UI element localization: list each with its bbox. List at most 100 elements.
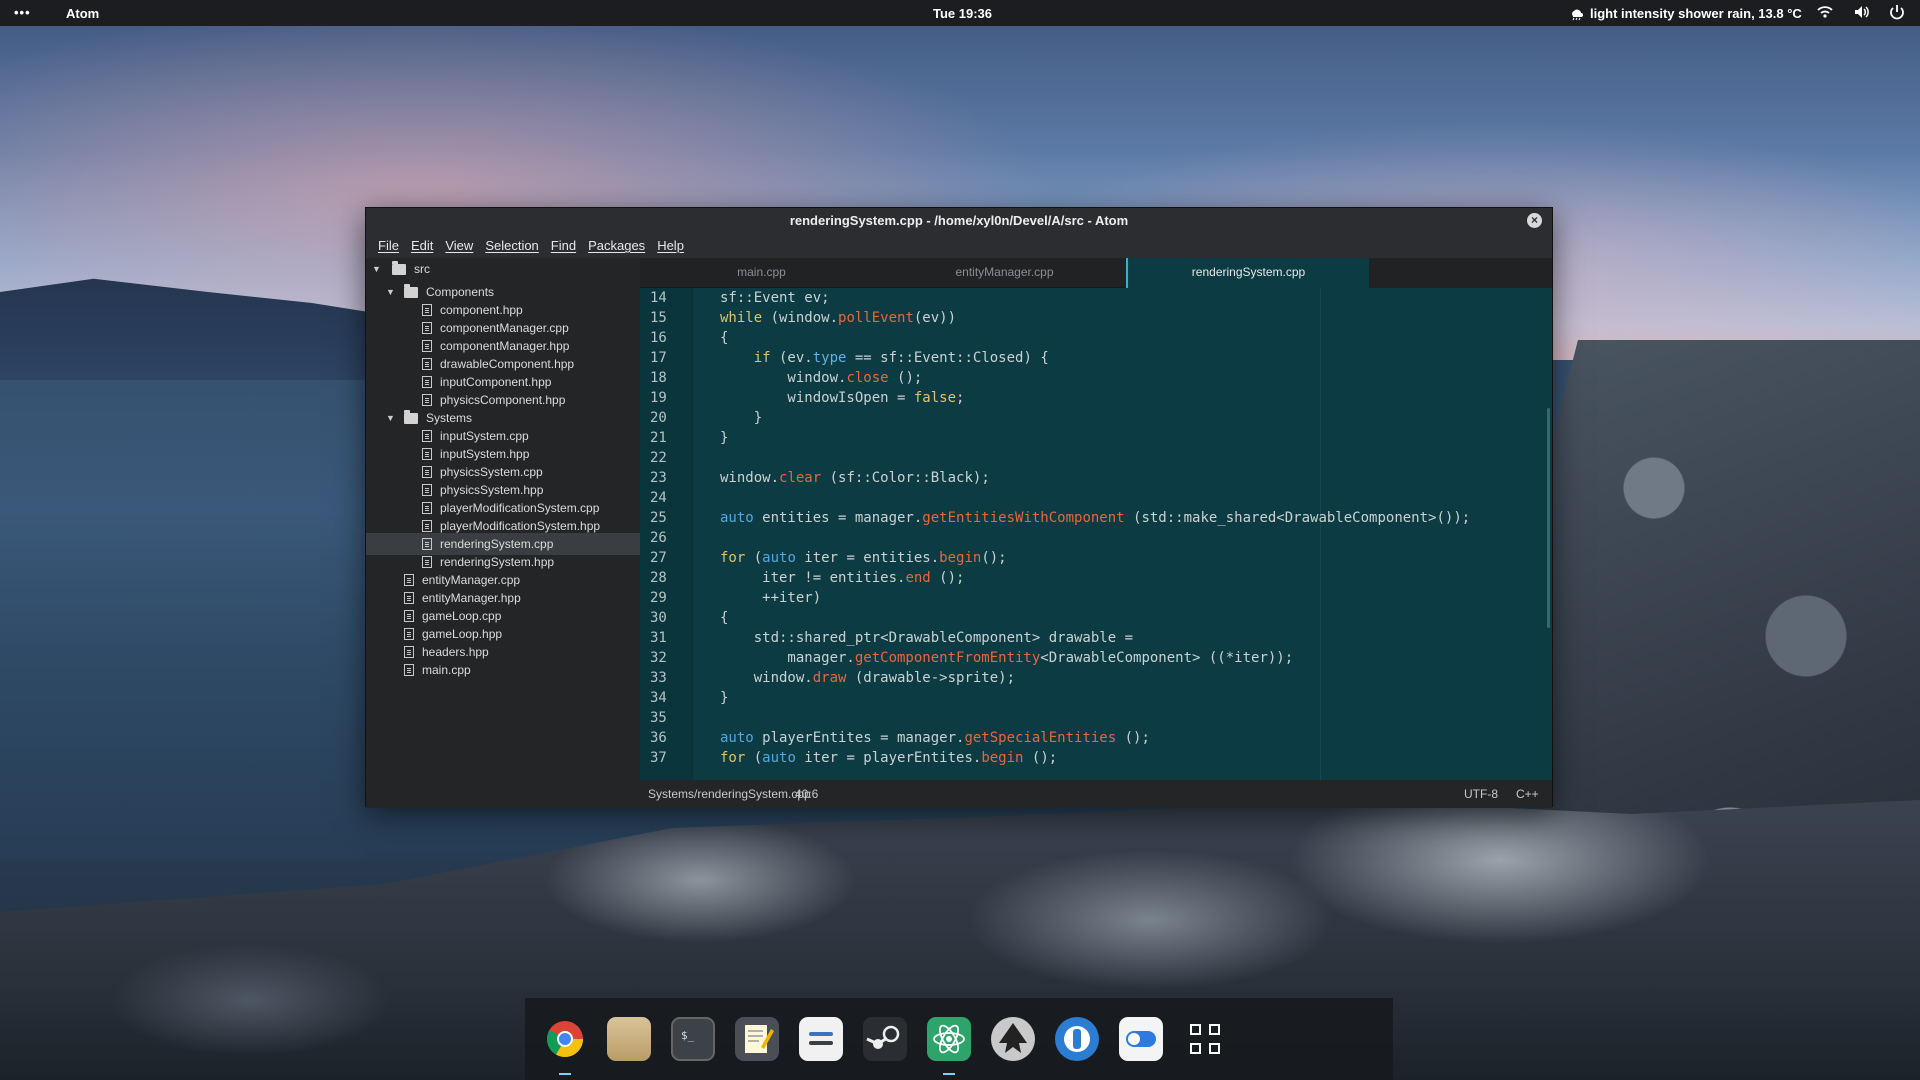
code-line[interactable]: window.clear (sf::Color::Black); — [720, 468, 1530, 488]
tree-file-label: componentManager.cpp — [440, 321, 569, 335]
code-line[interactable]: window.close (); — [720, 368, 1530, 388]
code-line[interactable]: sf::Event ev; — [720, 288, 1530, 308]
file-icon — [404, 646, 414, 658]
file-icon — [422, 520, 432, 532]
tab-entitymanager-cpp[interactable]: entityManager.cpp — [883, 258, 1126, 288]
code-line[interactable] — [720, 528, 1530, 548]
code-line[interactable]: std::shared_ptr<DrawableComponent> drawa… — [720, 628, 1530, 648]
code-line[interactable]: auto playerEntites = manager.getSpecialE… — [720, 728, 1530, 748]
code-line[interactable]: while (window.pollEvent(ev)) — [720, 308, 1530, 328]
code-line[interactable]: auto entities = manager.getEntitiesWithC… — [720, 508, 1530, 528]
atom-icon[interactable] — [927, 1017, 971, 1075]
steam-icon[interactable] — [863, 1017, 907, 1061]
file-icon — [404, 628, 414, 640]
menu-edit[interactable]: Edit — [405, 234, 439, 258]
tab-main-cpp[interactable]: main.cpp — [640, 258, 883, 288]
chevron-down-icon: ▼ — [372, 264, 381, 274]
tree-file[interactable]: main.cpp — [366, 659, 640, 681]
code-line[interactable]: } — [720, 688, 1530, 708]
line-number: 37 — [650, 750, 667, 766]
editor-scrollbar[interactable] — [1547, 408, 1550, 628]
status-bar: Systems/renderingSystem.cpp 40:6 UTF-8 C… — [640, 780, 1552, 808]
status-cursor-position[interactable]: 40:6 — [795, 780, 818, 808]
tree-folder-src[interactable]: ▼ src — [366, 258, 640, 280]
dock: $_ — [525, 998, 1393, 1080]
menu-file[interactable]: File — [372, 234, 405, 258]
tree-file-label: entityManager.hpp — [422, 591, 521, 605]
atom-window: renderingSystem.cpp - /home/xyl0n/Devel/… — [365, 207, 1553, 808]
code-text[interactable]: sf::Event ev; while (window.pollEvent(ev)… — [720, 288, 1530, 768]
file-icon — [422, 556, 432, 568]
line-number: 18 — [650, 370, 667, 386]
tree-file-label: inputSystem.cpp — [440, 429, 529, 443]
status-encoding[interactable]: UTF-8 — [1464, 780, 1498, 808]
weather-indicator[interactable]: light intensity shower rain, 13.8 °C — [1570, 6, 1802, 21]
status-grammar[interactable]: C++ — [1516, 780, 1539, 808]
line-number: 24 — [650, 490, 667, 506]
chrome-icon[interactable] — [543, 1017, 587, 1075]
tree-folder-label: Systems — [426, 411, 473, 425]
code-line[interactable]: } — [720, 428, 1530, 448]
menu-help[interactable]: Help — [651, 234, 690, 258]
status-file-path[interactable]: Systems/renderingSystem.cpp — [648, 780, 811, 808]
tree-view: ▼ src ▼ Components component.hpp component… — [366, 258, 640, 808]
toggle-icon[interactable] — [1119, 1017, 1163, 1061]
terminal-icon[interactable]: $_ — [671, 1017, 715, 1061]
code-editor[interactable]: 14 15 16 17 18 19 20 21 22 23 24 25 26 27 28 29 30 31 32 33… — [640, 288, 1552, 780]
chevron-down-icon: ▼ — [386, 413, 395, 423]
code-line[interactable]: for (auto iter = playerEntites.begin (); — [720, 748, 1530, 768]
system-tray — [1816, 3, 1906, 21]
line-number: 16 — [650, 330, 667, 346]
code-line[interactable]: window.draw (drawable->sprite); — [720, 668, 1530, 688]
code-line[interactable] — [720, 488, 1530, 508]
activities-menu-button[interactable]: ••• — [14, 5, 31, 20]
folder-icon — [404, 283, 418, 298]
files-icon[interactable] — [607, 1017, 651, 1061]
file-icon — [422, 430, 432, 442]
line-number: 31 — [650, 630, 667, 646]
code-line[interactable] — [720, 708, 1530, 728]
menu-find[interactable]: Find — [545, 234, 582, 258]
tree-file-label: headers.hpp — [422, 645, 489, 659]
code-line[interactable]: { — [720, 608, 1530, 628]
keepassx-icon[interactable] — [1055, 1017, 1099, 1061]
text-editor-icon[interactable] — [735, 1017, 779, 1061]
inkscape-icon[interactable] — [991, 1017, 1035, 1061]
app-grid-icon[interactable] — [1183, 1017, 1227, 1061]
close-icon[interactable]: × — [1527, 213, 1542, 228]
code-line[interactable]: windowIsOpen = false; — [720, 388, 1530, 408]
code-line[interactable] — [720, 448, 1530, 468]
file-icon — [422, 484, 432, 496]
menu-selection[interactable]: Selection — [479, 234, 544, 258]
window-titlebar[interactable]: renderingSystem.cpp - /home/xyl0n/Devel/… — [366, 208, 1552, 234]
menu-packages[interactable]: Packages — [582, 234, 651, 258]
app-menu[interactable]: Atom — [66, 6, 99, 21]
line-number: 15 — [650, 310, 667, 326]
code-line[interactable]: ++iter) — [720, 588, 1530, 608]
tree-file-label: inputSystem.hpp — [440, 447, 530, 461]
tree-folder-label: Components — [426, 285, 495, 299]
file-icon — [422, 358, 432, 370]
tree-file-label: main.cpp — [422, 663, 471, 677]
code-line[interactable]: { — [720, 328, 1530, 348]
file-icon — [422, 394, 432, 406]
file-icon — [404, 664, 414, 676]
tab-renderingsystem-cpp[interactable]: renderingSystem.cpp — [1126, 258, 1369, 288]
line-number: 34 — [650, 690, 667, 706]
code-line[interactable]: manager.getComponentFromEntity<DrawableC… — [720, 648, 1530, 668]
settings-icon[interactable] — [799, 1017, 843, 1061]
wifi-icon[interactable] — [1816, 3, 1834, 21]
clock[interactable]: Tue 19:36 — [933, 6, 992, 21]
terminal-prompt: $_ — [681, 1029, 695, 1042]
line-number: 35 — [650, 710, 667, 726]
line-number: 22 — [650, 450, 667, 466]
code-line[interactable]: if (ev.type == sf::Event::Closed) { — [720, 348, 1530, 368]
volume-icon[interactable] — [1852, 3, 1870, 21]
code-line[interactable]: iter != entities.end (); — [720, 568, 1530, 588]
code-line[interactable]: } — [720, 408, 1530, 428]
file-icon — [422, 538, 432, 550]
code-line[interactable]: for (auto iter = entities.begin(); — [720, 548, 1530, 568]
power-icon[interactable] — [1888, 3, 1906, 21]
menu-view[interactable]: View — [439, 234, 479, 258]
tree-folder-label: src — [414, 262, 430, 276]
